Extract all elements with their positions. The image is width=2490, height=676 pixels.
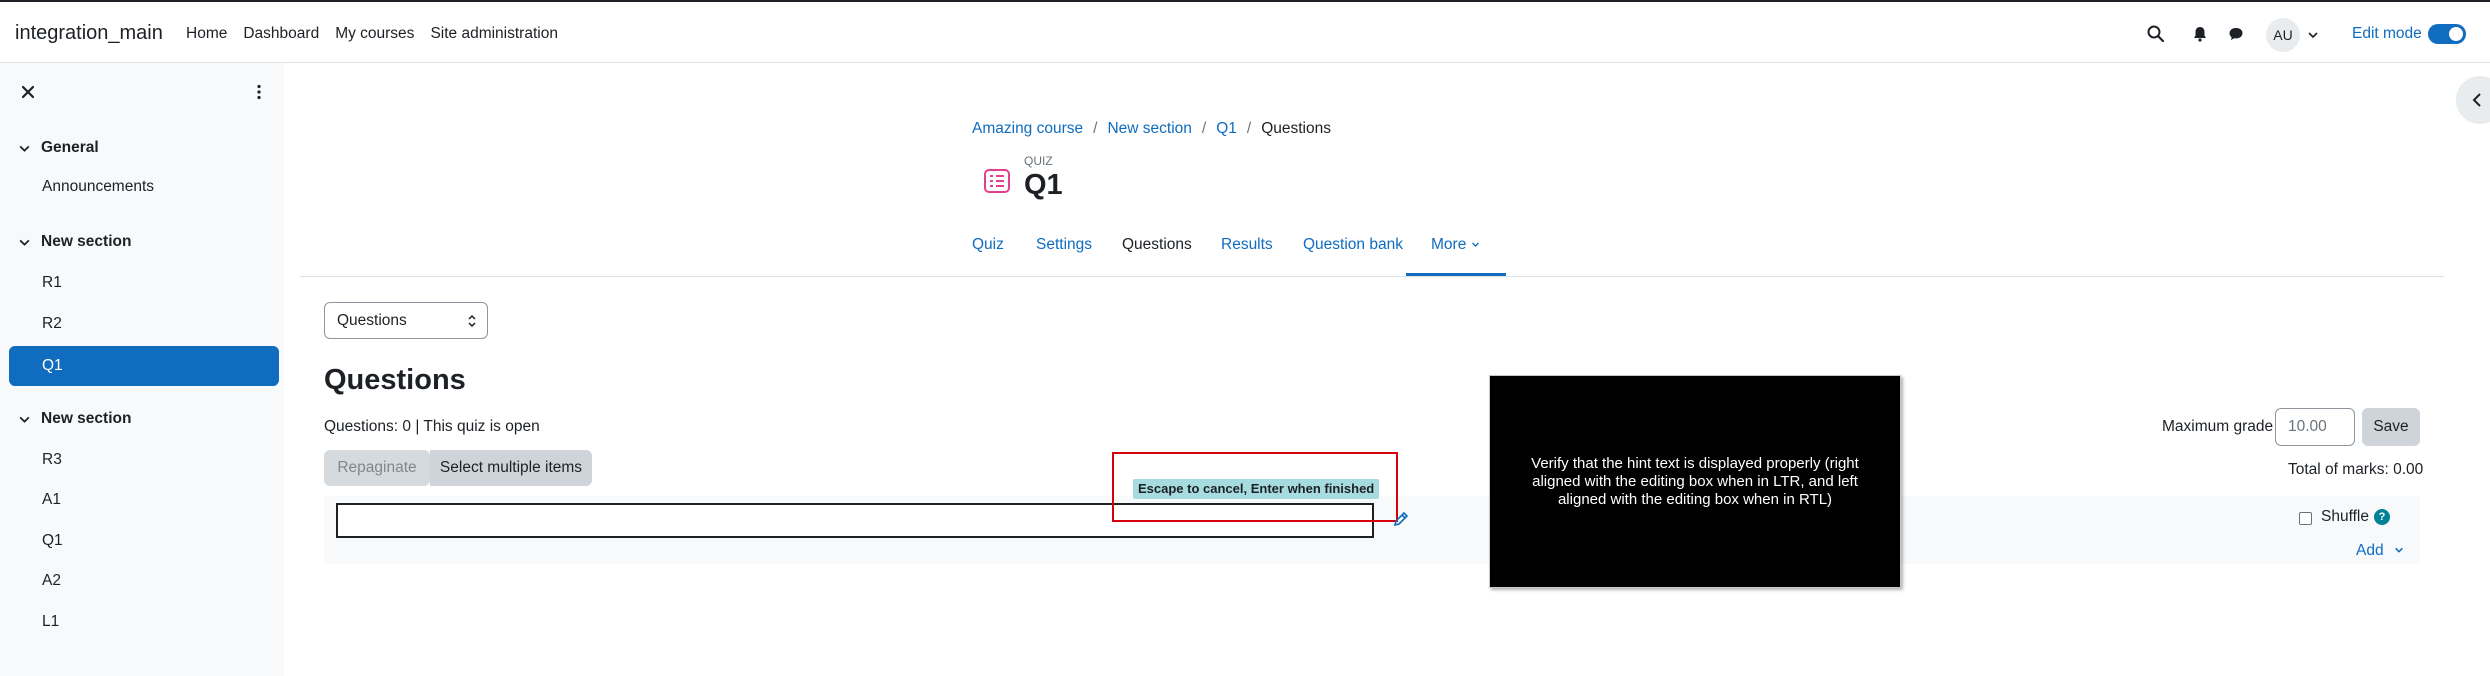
- page-title: Q1: [1024, 169, 1063, 201]
- course-index-drawer: General Announcements New section R1 R2 …: [0, 63, 284, 676]
- nav-home[interactable]: Home: [186, 25, 227, 43]
- top-navbar: integration_main Home Dashboard My cours…: [0, 0, 2490, 63]
- kebab-menu-icon[interactable]: [250, 83, 268, 101]
- tab-more[interactable]: More: [1431, 236, 1480, 254]
- active-tab-indicator: [1406, 273, 1506, 276]
- close-icon[interactable]: [19, 83, 37, 101]
- questions-heading: Questions: [324, 364, 466, 396]
- primary-navigation: Home Dashboard My courses Site administr…: [186, 25, 574, 43]
- nav-my-courses[interactable]: My courses: [335, 25, 414, 43]
- max-grade-label: Maximum grade: [2162, 418, 2274, 435]
- select-arrows-icon: [468, 314, 476, 328]
- add-menu[interactable]: Add: [2356, 542, 2404, 560]
- site-brand[interactable]: integration_main: [15, 22, 163, 45]
- chevron-down-icon: [2395, 547, 2403, 553]
- section-new-section-1[interactable]: New section: [18, 233, 131, 251]
- help-icon[interactable]: ?: [2374, 509, 2390, 525]
- edit-mode-label: Edit mode: [2352, 25, 2422, 42]
- pencil-icon[interactable]: [1393, 511, 1409, 527]
- chevron-down-icon: [19, 145, 30, 152]
- drawer-item-r2[interactable]: R2: [42, 315, 62, 333]
- nav-site-administration[interactable]: Site administration: [430, 25, 558, 43]
- tab-question-bank[interactable]: Question bank: [1303, 236, 1403, 254]
- quiz-activity-icon: [984, 169, 1010, 193]
- repaginate-button[interactable]: Repaginate: [324, 450, 430, 486]
- chevron-left-icon: [2472, 93, 2481, 107]
- test-instruction-note: Verify that the hint text is displayed p…: [1489, 375, 1901, 588]
- secondary-navigation: Quiz Settings Questions Results Question…: [300, 226, 2444, 277]
- chevron-down-icon[interactable]: [2307, 29, 2319, 41]
- save-button[interactable]: Save: [2362, 408, 2420, 446]
- breadcrumb-current: Questions: [1261, 120, 1331, 137]
- user-avatar[interactable]: AU: [2266, 18, 2300, 52]
- breadcrumb-course[interactable]: Amazing course: [972, 120, 1083, 138]
- chevron-down-icon: [19, 239, 30, 246]
- breadcrumb: Amazing course / New section / Q1 / Ques…: [972, 120, 1331, 138]
- total-marks: Total of marks: 0.00: [2288, 461, 2424, 478]
- max-grade-input[interactable]: 10.00: [2275, 408, 2355, 446]
- drawer-item-announcements[interactable]: Announcements: [42, 178, 154, 196]
- drawer-item-r3[interactable]: R3: [42, 451, 62, 469]
- bell-icon[interactable]: [2190, 24, 2210, 44]
- drawer-item-a2[interactable]: A2: [42, 572, 61, 590]
- section-new-section-2[interactable]: New section: [18, 410, 131, 428]
- shuffle-checkbox[interactable]: [2299, 512, 2312, 525]
- chevron-down-icon: [1471, 242, 1479, 247]
- tab-questions[interactable]: Questions: [1122, 236, 1192, 254]
- drawer-item-q1-active[interactable]: Q1: [9, 346, 279, 386]
- breadcrumb-quiz[interactable]: Q1: [1216, 120, 1237, 138]
- drawer-item-r1[interactable]: R1: [42, 274, 62, 292]
- drawer-item-a1[interactable]: A1: [42, 491, 61, 509]
- shuffle-label: Shuffle: [2321, 508, 2369, 525]
- breadcrumb-section[interactable]: New section: [1107, 120, 1191, 138]
- right-drawer-toggle[interactable]: [2456, 76, 2490, 124]
- edit-mode-toggle[interactable]: [2428, 24, 2466, 44]
- edit-hint: Escape to cancel, Enter when finished: [1133, 479, 1380, 499]
- drawer-item-q1[interactable]: Q1: [42, 532, 63, 550]
- chevron-down-icon: [19, 416, 30, 423]
- tab-quiz[interactable]: Quiz: [972, 236, 1004, 254]
- messages-icon[interactable]: [2226, 24, 2246, 44]
- question-page-select[interactable]: Questions: [324, 302, 488, 339]
- drawer-item-l1[interactable]: L1: [42, 613, 59, 631]
- nav-dashboard[interactable]: Dashboard: [243, 25, 319, 43]
- tab-settings[interactable]: Settings: [1036, 236, 1092, 254]
- select-multiple-button[interactable]: Select multiple items: [430, 450, 592, 486]
- quiz-info: Questions: 0 | This quiz is open: [324, 418, 540, 435]
- search-icon[interactable]: [2146, 24, 2166, 44]
- activity-type-label: QUIZ: [1024, 154, 1053, 168]
- tab-results[interactable]: Results: [1221, 236, 1273, 254]
- section-general[interactable]: General: [18, 139, 99, 157]
